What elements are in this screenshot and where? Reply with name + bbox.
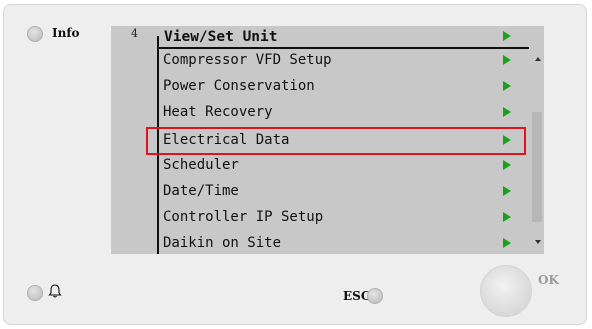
alarm-led-button[interactable] — [27, 285, 43, 301]
title-arrow-icon — [503, 31, 511, 41]
submenu-arrow-icon — [503, 107, 511, 117]
menu-item-daikin-on-site[interactable]: Daikin on Site — [159, 230, 529, 256]
info-label: Info — [52, 26, 80, 40]
menu-item-label: Daikin on Site — [163, 235, 282, 251]
menu-item-label: Date/Time — [163, 183, 239, 199]
bell-icon[interactable] — [47, 283, 63, 299]
menu-item-scheduler[interactable]: Scheduler — [159, 152, 529, 178]
submenu-arrow-icon — [503, 160, 511, 170]
ok-label: OK — [538, 273, 559, 287]
scrollbar-thumb[interactable] — [532, 112, 542, 222]
submenu-arrow-icon — [503, 212, 511, 222]
submenu-arrow-icon — [503, 55, 511, 65]
menu-item-label: Controller IP Setup — [163, 209, 324, 225]
menu-item-label: Heat Recovery — [163, 104, 273, 120]
scroll-up-icon[interactable] — [535, 57, 541, 61]
esc-button[interactable] — [367, 288, 383, 304]
page-number: 4 — [131, 27, 138, 40]
submenu-arrow-icon — [503, 186, 511, 196]
menu-item-date-time[interactable]: Date/Time — [159, 178, 529, 204]
info-led-button[interactable] — [27, 26, 43, 42]
menu-item-label: Scheduler — [163, 157, 239, 173]
submenu-arrow-icon — [503, 238, 511, 248]
menu-item-label: Compressor VFD Setup — [163, 52, 332, 68]
ok-knob-button[interactable] — [480, 265, 532, 317]
menu-item-label: Power Conservation — [163, 78, 315, 94]
submenu-arrow-icon — [503, 81, 511, 91]
menu-item-heat-recovery[interactable]: Heat Recovery — [159, 99, 529, 125]
menu-item-compressor-vfd-setup[interactable]: Compressor VFD Setup — [159, 47, 529, 73]
selection-highlight — [146, 127, 526, 155]
scroll-down-icon[interactable] — [535, 240, 541, 244]
screen-title-row: View/Set Unit — [159, 26, 529, 47]
menu-item-power-conservation[interactable]: Power Conservation — [159, 73, 529, 99]
screen-title: View/Set Unit — [164, 28, 278, 45]
menu-item-controller-ip-setup[interactable]: Controller IP Setup — [159, 204, 529, 230]
